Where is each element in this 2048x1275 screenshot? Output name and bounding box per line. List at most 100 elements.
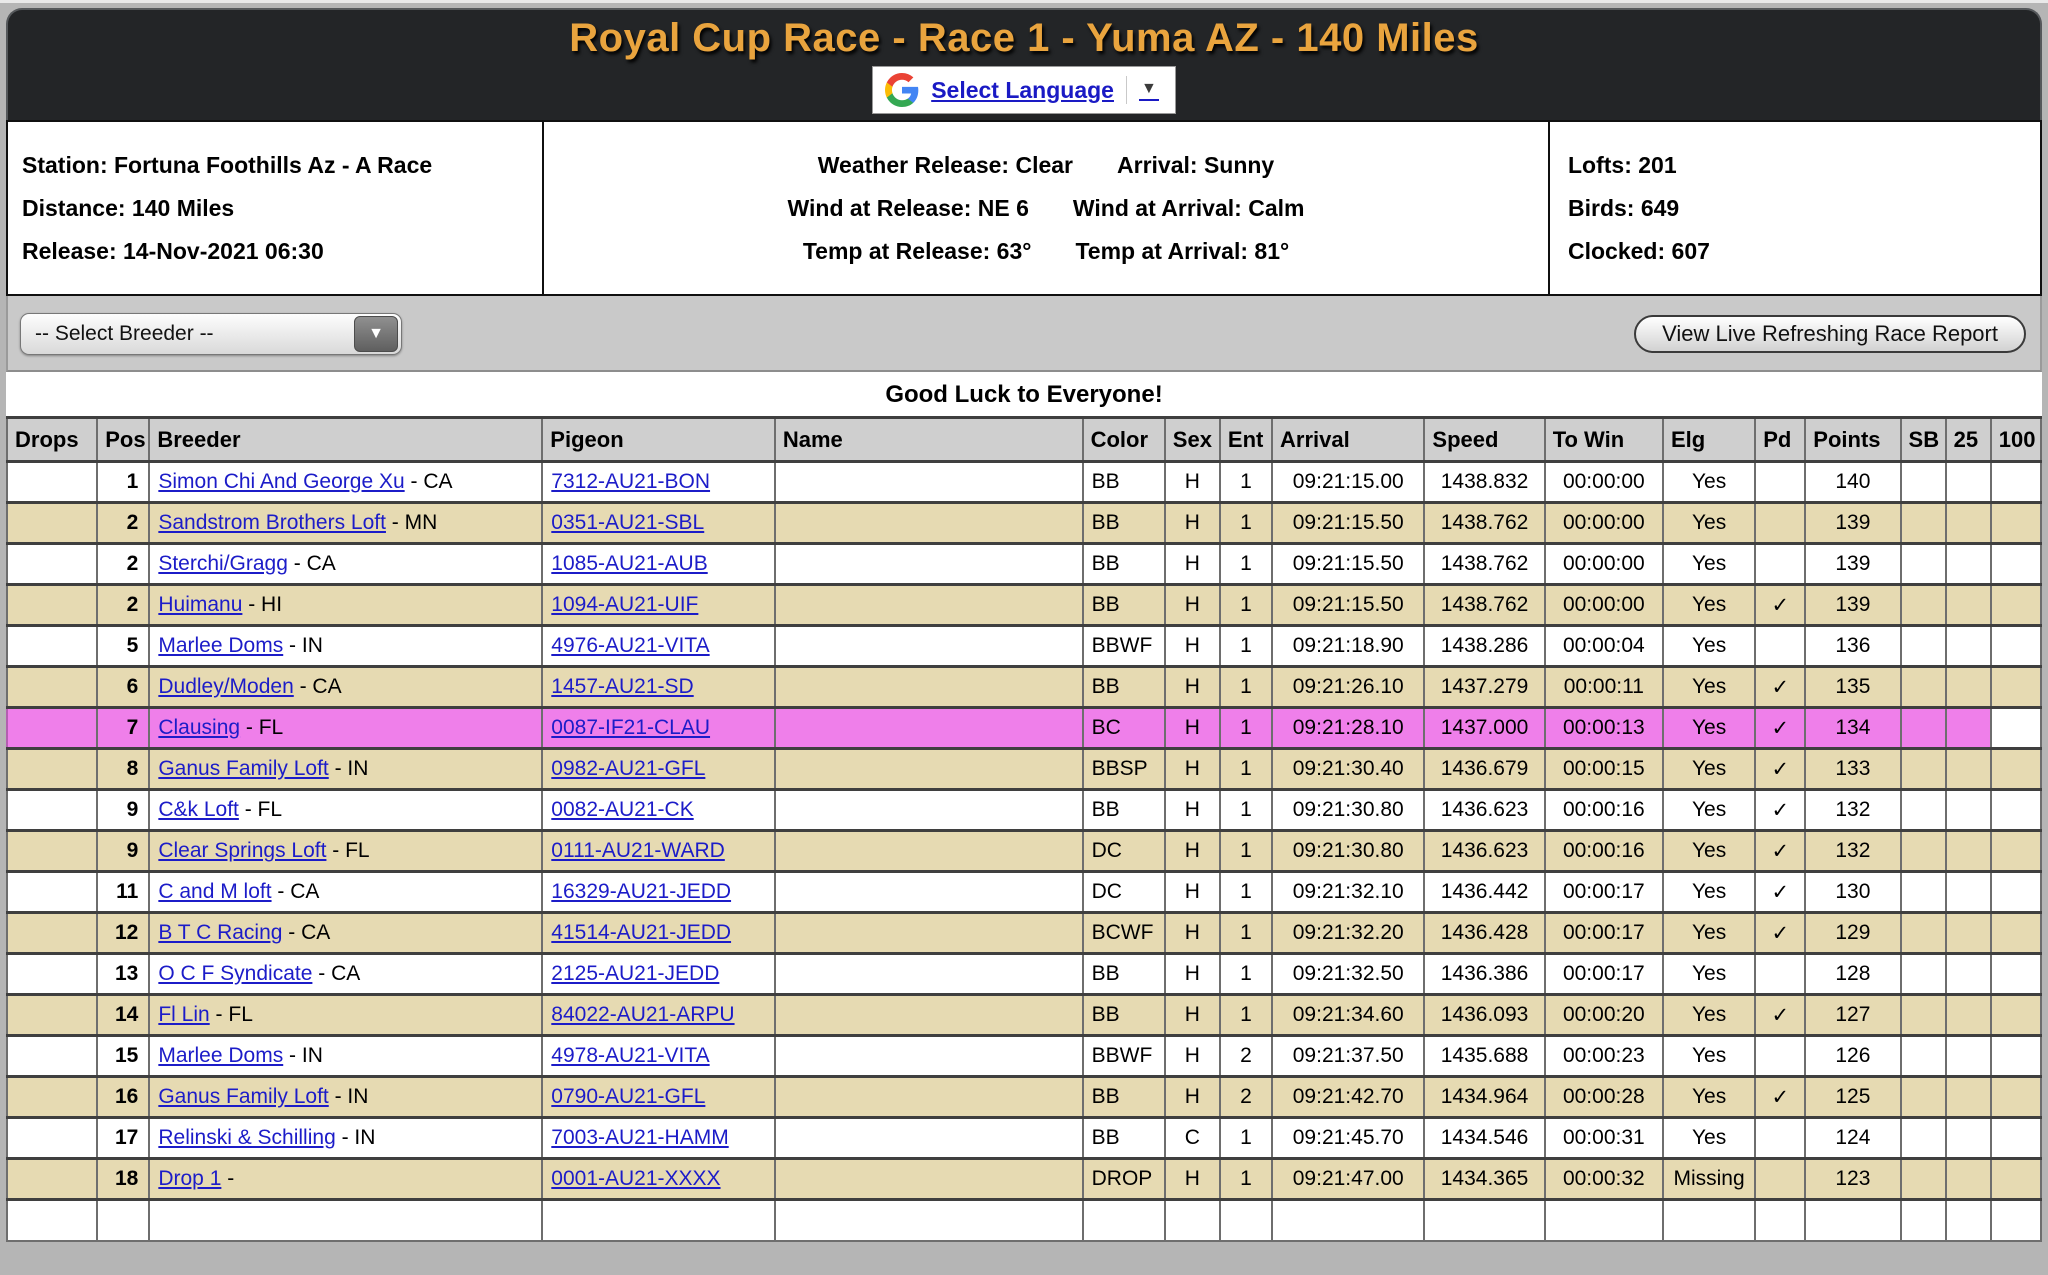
breeder-link[interactable]: Ganus Family Loft — [158, 757, 328, 780]
cell-pos: 2 — [97, 544, 149, 585]
pigeon-link[interactable]: 84022-AU21-ARPU — [551, 1003, 734, 1026]
col-header-color: Color — [1083, 418, 1165, 462]
cell-sb — [1901, 1159, 1946, 1200]
cell-pd: ✓ — [1755, 708, 1805, 749]
cell-c100 — [1991, 667, 2041, 708]
cell-elg: Yes — [1663, 1036, 1755, 1077]
cell-color: BC — [1083, 708, 1165, 749]
breeder-state: - IN — [336, 1126, 376, 1149]
cell-sb — [1901, 913, 1946, 954]
table-row: 5Marlee Doms - IN4976-AU21-VITABBWFH109:… — [7, 626, 2041, 667]
cell-towin: 00:00:32 — [1545, 1159, 1663, 1200]
pigeon-link[interactable]: 2125-AU21-JEDD — [551, 962, 719, 985]
cell-sex: H — [1165, 462, 1220, 503]
cell-arrival: 09:21:15.50 — [1272, 503, 1424, 544]
table-row: 2Huimanu - HI1094-AU21-UIFBBH109:21:15.5… — [7, 585, 2041, 626]
cell-c100 — [1991, 913, 2041, 954]
cell-pd: ✓ — [1755, 1077, 1805, 1118]
breeder-link[interactable]: Clear Springs Loft — [158, 839, 326, 862]
divider — [1126, 76, 1127, 104]
pigeon-link[interactable]: 0111-AU21-WARD — [551, 839, 725, 862]
cell-ent: 1 — [1220, 544, 1272, 585]
breeder-link[interactable]: Sterchi/Gragg — [158, 552, 288, 575]
breeder-state: - CA — [288, 552, 336, 575]
pigeon-link[interactable]: 1457-AU21-SD — [551, 675, 693, 698]
table-row: 15Marlee Doms - IN4978-AU21-VITABBWFH209… — [7, 1036, 2041, 1077]
cell-points: 125 — [1805, 1077, 1900, 1118]
clocked-info: Clocked: 607 — [1568, 238, 2026, 265]
pigeon-link[interactable]: 7003-AU21-HAMM — [551, 1126, 728, 1149]
pigeon-link[interactable]: 1094-AU21-UIF — [551, 593, 698, 616]
cell-pigeon: 16329-AU21-JEDD — [542, 872, 775, 913]
cell-color: BB — [1083, 503, 1165, 544]
language-dropdown-caret-icon[interactable]: ▼ — [1139, 79, 1159, 101]
google-translate-widget[interactable]: Select Language ▼ — [872, 66, 1176, 114]
cell-pos: 13 — [97, 954, 149, 995]
select-language-link[interactable]: Select Language — [931, 77, 1114, 104]
cell-points: 129 — [1805, 913, 1900, 954]
breeder-link[interactable]: Ganus Family Loft — [158, 1085, 328, 1108]
cell-drops — [7, 667, 97, 708]
cell-elg: Yes — [1663, 503, 1755, 544]
cell-name — [775, 503, 1083, 544]
breeder-link[interactable]: Clausing — [158, 716, 240, 739]
cell-elg: Yes — [1663, 954, 1755, 995]
breeder-link[interactable]: Marlee Doms — [158, 1044, 283, 1067]
breeder-link[interactable]: O C F Syndicate — [158, 962, 312, 985]
breeder-link[interactable]: Simon Chi And George Xu — [158, 470, 404, 493]
cell-ent: 1 — [1220, 831, 1272, 872]
pigeon-link[interactable]: 0001-AU21-XXXX — [551, 1167, 720, 1190]
table-row — [7, 1200, 2041, 1241]
cell-sb — [1901, 708, 1946, 749]
pigeon-link[interactable]: 4976-AU21-VITA — [551, 634, 709, 657]
cell-c25 — [1946, 1077, 1991, 1118]
pigeon-link[interactable]: 0087-IF21-CLAU — [551, 716, 710, 739]
weather-arrival: Arrival: Sunny — [1117, 152, 1274, 179]
breeder-link[interactable]: Huimanu — [158, 593, 242, 616]
pigeon-link[interactable]: 0351-AU21-SBL — [551, 511, 704, 534]
col-header-breeder: Breeder — [149, 418, 542, 462]
chevron-down-icon[interactable]: ▼ — [354, 316, 398, 352]
pigeon-link[interactable]: 7312-AU21-BON — [551, 470, 710, 493]
cell-sex: C — [1165, 1118, 1220, 1159]
cell-arrival: 09:21:30.40 — [1272, 749, 1424, 790]
cell-speed: 1436.428 — [1424, 913, 1544, 954]
cell-pigeon: 0087-IF21-CLAU — [542, 708, 775, 749]
breeder-link[interactable]: Fl Lin — [158, 1003, 209, 1026]
cell-color: BCWF — [1083, 913, 1165, 954]
cell-pd — [1755, 1036, 1805, 1077]
breeder-state: - CA — [405, 470, 453, 493]
pigeon-link[interactable]: 0790-AU21-GFL — [551, 1085, 705, 1108]
cell-speed: 1435.688 — [1424, 1036, 1544, 1077]
cell-breeder: B T C Racing - CA — [149, 913, 542, 954]
cell-c25 — [1946, 1036, 1991, 1077]
cell-color: BB — [1083, 995, 1165, 1036]
breeder-link[interactable]: Drop 1 — [158, 1167, 221, 1190]
breeder-link[interactable]: Marlee Doms — [158, 634, 283, 657]
breeder-link[interactable]: Sandstrom Brothers Loft — [158, 511, 386, 534]
cell-speed: 1436.442 — [1424, 872, 1544, 913]
cell-points: 132 — [1805, 790, 1900, 831]
view-live-report-button[interactable]: View Live Refreshing Race Report — [1634, 315, 2026, 353]
breeder-link[interactable]: C&k Loft — [158, 798, 239, 821]
breeder-link[interactable]: B T C Racing — [158, 921, 282, 944]
pigeon-link[interactable]: 4978-AU21-VITA — [551, 1044, 709, 1067]
pigeon-link[interactable]: 16329-AU21-JEDD — [551, 880, 731, 903]
cell-drops — [7, 913, 97, 954]
breeder-link[interactable]: Relinski & Schilling — [158, 1126, 335, 1149]
cell-sex: H — [1165, 667, 1220, 708]
cell-sex: H — [1165, 1036, 1220, 1077]
pigeon-link[interactable]: 0982-AU21-GFL — [551, 757, 705, 780]
cell-elg: Yes — [1663, 667, 1755, 708]
col-header-100: 100 — [1991, 418, 2041, 462]
cell-drops — [7, 708, 97, 749]
breeder-state: - IN — [329, 757, 369, 780]
breeder-link[interactable]: C and M loft — [158, 880, 271, 903]
cell-c25 — [1946, 626, 1991, 667]
pigeon-link[interactable]: 1085-AU21-AUB — [551, 552, 707, 575]
breeder-link[interactable]: Dudley/Moden — [158, 675, 293, 698]
pigeon-link[interactable]: 0082-AU21-CK — [551, 798, 693, 821]
cell-towin: 00:00:16 — [1545, 831, 1663, 872]
pigeon-link[interactable]: 41514-AU21-JEDD — [551, 921, 731, 944]
breeder-select[interactable]: -- Select Breeder -- ▼ — [20, 313, 402, 355]
